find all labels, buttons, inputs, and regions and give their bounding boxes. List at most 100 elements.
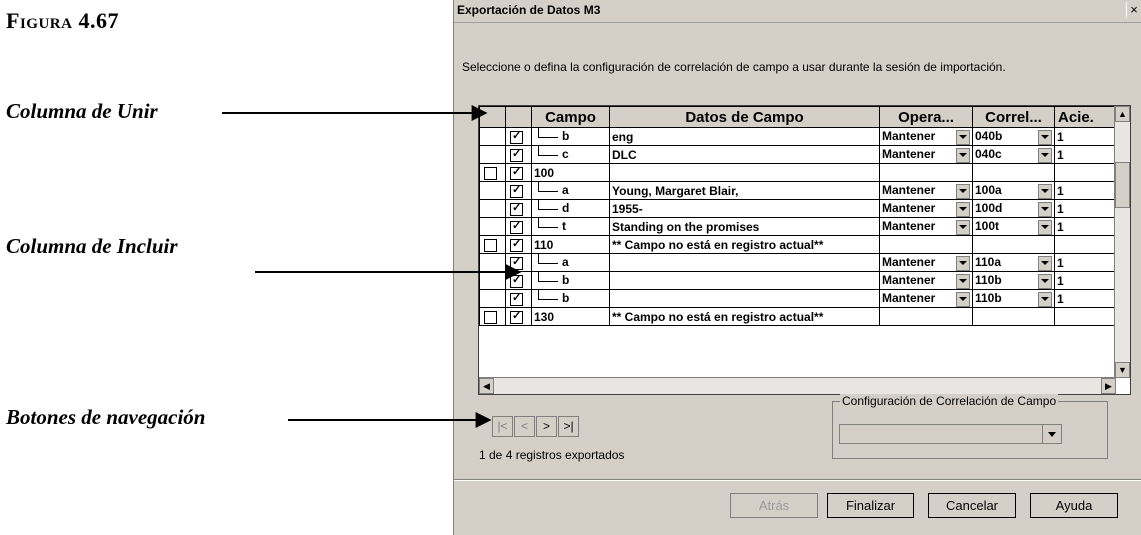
include-cell[interactable]: [505, 235, 532, 254]
datos-cell[interactable]: 1955-: [609, 199, 880, 218]
table-row[interactable]: b Mantener 110b 1: [479, 289, 1117, 308]
include-checkbox[interactable]: [510, 255, 523, 270]
include-cell[interactable]: [505, 253, 532, 272]
datos-cell[interactable]: [609, 163, 880, 182]
operation-cell[interactable]: Mantener: [879, 127, 973, 146]
datos-cell[interactable]: [609, 271, 880, 290]
chevron-down-icon[interactable]: [956, 273, 970, 289]
datos-cell[interactable]: [609, 289, 880, 308]
table-row[interactable]: d 1955-Mantener 100d 1: [479, 199, 1117, 218]
acie-cell[interactable]: 1: [1054, 217, 1117, 236]
include-checkbox[interactable]: [510, 309, 523, 324]
next-record-button[interactable]: >: [536, 416, 557, 437]
include-checkbox[interactable]: [510, 273, 523, 288]
help-button[interactable]: Ayuda: [1030, 493, 1118, 518]
last-record-button[interactable]: >|: [558, 416, 579, 437]
include-cell[interactable]: [505, 289, 532, 308]
datos-cell[interactable]: Young, Margaret Blair,: [609, 181, 880, 200]
cancel-button[interactable]: Cancelar: [928, 493, 1016, 518]
correlation-cell[interactable]: 110b: [972, 271, 1055, 290]
include-checkbox[interactable]: [510, 147, 523, 162]
header-opera[interactable]: Opera...: [879, 106, 973, 128]
include-checkbox[interactable]: [510, 165, 523, 180]
acie-cell[interactable]: [1054, 307, 1117, 326]
header-datos[interactable]: Datos de Campo: [609, 106, 880, 128]
join-checkbox[interactable]: [484, 310, 497, 324]
header-join[interactable]: [479, 106, 506, 128]
include-cell[interactable]: [505, 127, 532, 146]
include-checkbox[interactable]: [510, 129, 523, 144]
join-cell[interactable]: [479, 163, 506, 182]
vertical-scrollbar[interactable]: ▲ ▼: [1114, 106, 1130, 378]
scroll-left-icon[interactable]: ◀: [479, 378, 494, 394]
chevron-down-icon[interactable]: [1038, 147, 1052, 163]
chevron-down-icon[interactable]: [1042, 425, 1061, 443]
table-row[interactable]: b Mantener 110b 1: [479, 271, 1117, 290]
include-cell[interactable]: [505, 145, 532, 164]
correlation-cell[interactable]: 100d: [972, 199, 1055, 218]
acie-cell[interactable]: 1: [1054, 127, 1117, 146]
include-checkbox[interactable]: [510, 291, 523, 306]
correlation-cell[interactable]: 100t: [972, 217, 1055, 236]
datos-cell[interactable]: [609, 253, 880, 272]
horizontal-scrollbar[interactable]: ◀ ▶: [479, 377, 1116, 394]
join-cell[interactable]: [479, 307, 506, 326]
correlation-cell[interactable]: 040c: [972, 145, 1055, 164]
datos-cell[interactable]: DLC: [609, 145, 880, 164]
include-cell[interactable]: [505, 181, 532, 200]
table-row[interactable]: 100: [479, 163, 1117, 182]
acie-cell[interactable]: 1: [1054, 181, 1117, 200]
acie-cell[interactable]: 1: [1054, 289, 1117, 308]
chevron-down-icon[interactable]: [956, 255, 970, 271]
first-record-button[interactable]: |<: [492, 416, 513, 437]
operation-cell[interactable]: Mantener: [879, 289, 973, 308]
scroll-right-icon[interactable]: ▶: [1101, 378, 1116, 394]
table-row[interactable]: a Mantener 110a 1: [479, 253, 1117, 272]
chevron-down-icon[interactable]: [1038, 273, 1052, 289]
correlation-cell[interactable]: 040b: [972, 127, 1055, 146]
include-checkbox[interactable]: [510, 201, 523, 216]
table-row[interactable]: b engMantener 040b 1: [479, 127, 1117, 146]
include-checkbox[interactable]: [510, 219, 523, 234]
acie-cell[interactable]: 1: [1054, 145, 1117, 164]
operation-cell[interactable]: Mantener: [879, 181, 973, 200]
chevron-down-icon[interactable]: [1038, 219, 1052, 235]
acie-cell[interactable]: 1: [1054, 253, 1117, 272]
join-cell[interactable]: [479, 235, 506, 254]
datos-cell[interactable]: ** Campo no está en registro actual**: [609, 235, 880, 254]
acie-cell[interactable]: 1: [1054, 271, 1117, 290]
join-checkbox[interactable]: [484, 238, 497, 252]
include-cell[interactable]: [505, 271, 532, 290]
include-cell[interactable]: [505, 307, 532, 326]
include-checkbox[interactable]: [510, 237, 523, 252]
include-cell[interactable]: [505, 163, 532, 182]
chevron-down-icon[interactable]: [956, 183, 970, 199]
chevron-down-icon[interactable]: [1038, 255, 1052, 271]
operation-cell[interactable]: Mantener: [879, 145, 973, 164]
operation-cell[interactable]: Mantener: [879, 199, 973, 218]
scroll-down-icon[interactable]: ▼: [1115, 362, 1130, 378]
correlation-cell[interactable]: 100a: [972, 181, 1055, 200]
chevron-down-icon[interactable]: [956, 129, 970, 145]
chevron-down-icon[interactable]: [1038, 201, 1052, 217]
table-row[interactable]: a Young, Margaret Blair,Mantener 100a 1: [479, 181, 1117, 200]
chevron-down-icon[interactable]: [1038, 129, 1052, 145]
include-checkbox[interactable]: [510, 183, 523, 198]
chevron-down-icon[interactable]: [956, 219, 970, 235]
header-correl[interactable]: Correl...: [972, 106, 1055, 128]
scroll-thumb[interactable]: [1115, 162, 1130, 208]
table-row[interactable]: c DLCMantener 040c 1: [479, 145, 1117, 164]
datos-cell[interactable]: eng: [609, 127, 880, 146]
chevron-down-icon[interactable]: [1038, 183, 1052, 199]
acie-cell[interactable]: 1: [1054, 199, 1117, 218]
chevron-down-icon[interactable]: [956, 147, 970, 163]
header-campo[interactable]: Campo: [531, 106, 610, 128]
chevron-down-icon[interactable]: [956, 201, 970, 217]
chevron-down-icon[interactable]: [1038, 291, 1052, 307]
scroll-up-icon[interactable]: ▲: [1115, 106, 1130, 122]
table-row[interactable]: 130 ** Campo no está en registro actual**: [479, 307, 1117, 326]
join-checkbox[interactable]: [484, 166, 497, 180]
operation-cell[interactable]: Mantener: [879, 217, 973, 236]
datos-cell[interactable]: Standing on the promises: [609, 217, 880, 236]
prev-record-button[interactable]: <: [514, 416, 535, 437]
